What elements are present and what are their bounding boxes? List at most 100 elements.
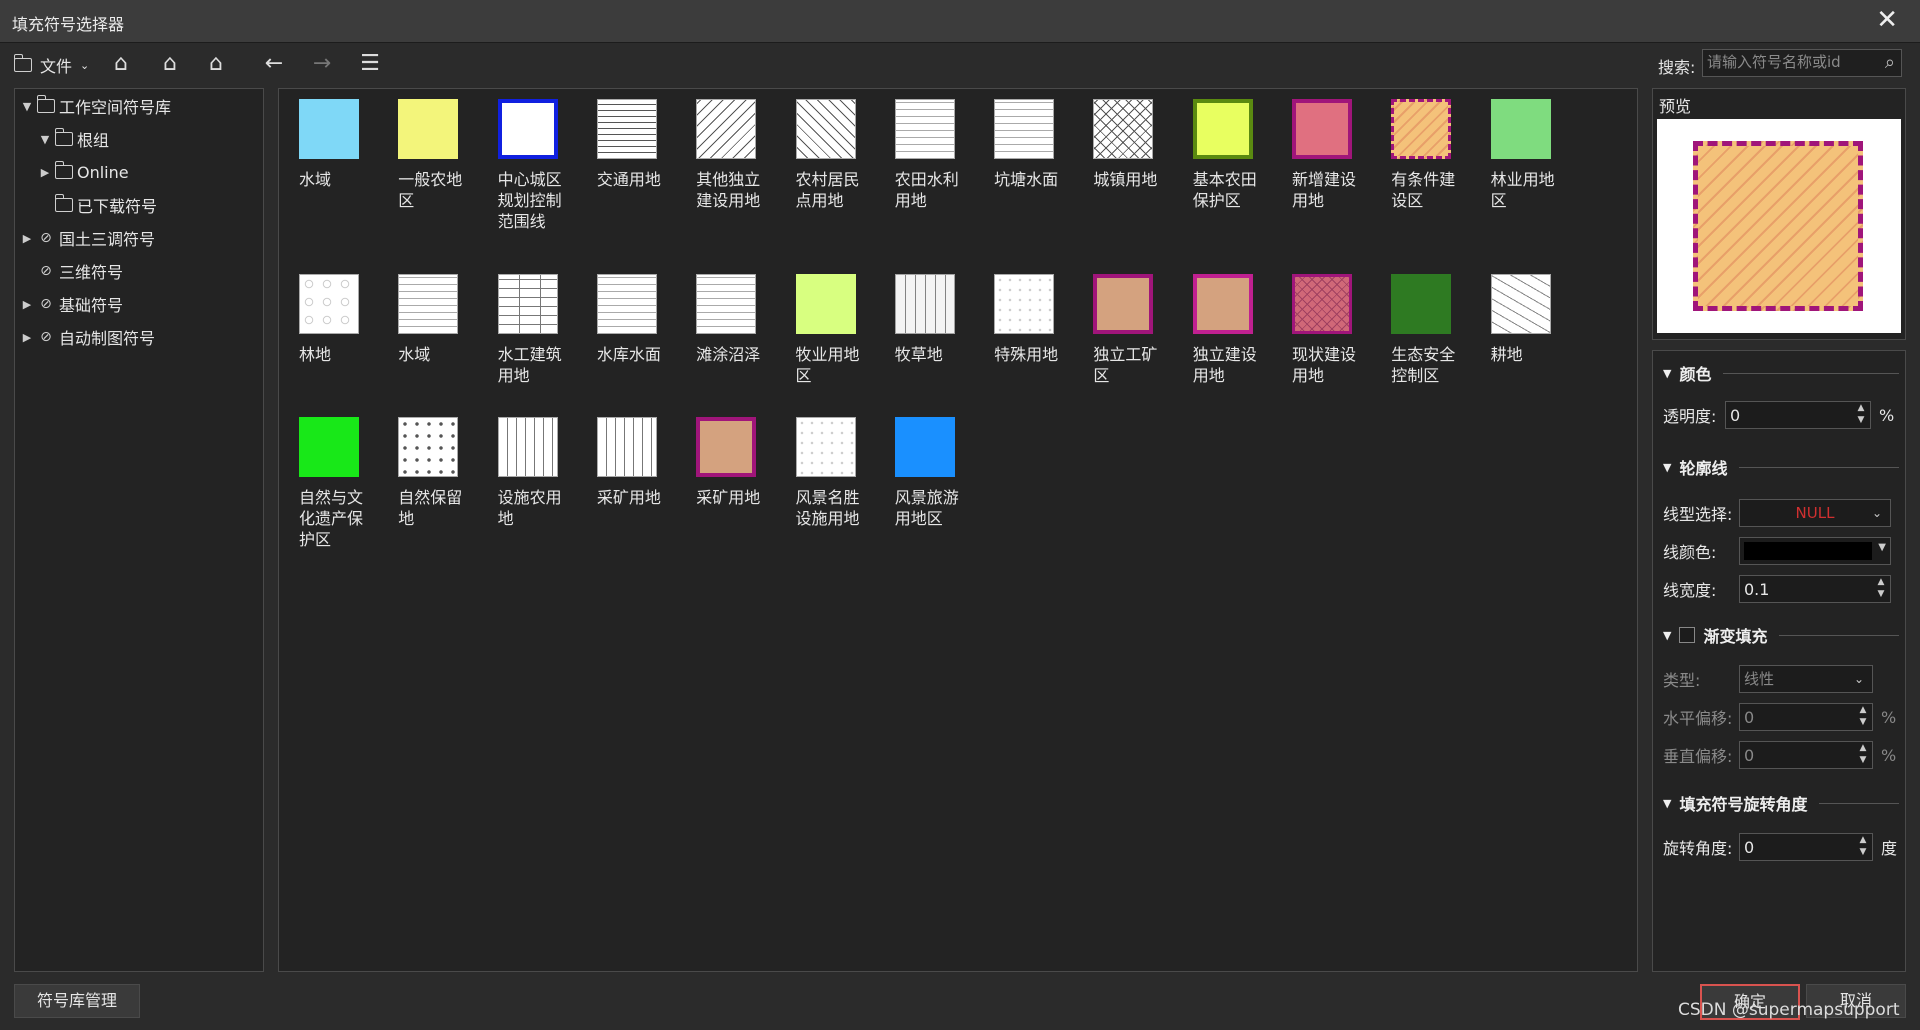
symbol-item[interactable]: 风景名胜设施用地	[776, 417, 866, 529]
symbol-item[interactable]: 农田水利用地	[875, 99, 965, 211]
line-width-input[interactable]	[1740, 576, 1858, 603]
list-view-button[interactable]: ☰	[356, 51, 384, 77]
symbol-label: 采矿用地	[596, 488, 661, 507]
symbol-item[interactable]: 牧草地	[875, 274, 965, 365]
import-button[interactable]: ⌂	[156, 51, 184, 77]
symbol-item[interactable]: 新增建设用地	[1272, 99, 1362, 211]
expand-right-icon[interactable]: ▶	[39, 166, 51, 179]
toolbar: 文件 ⌄ ⌂ ⌂ ⌂ ← → ☰ 搜索: ⌕	[0, 43, 1920, 83]
spin-arrows-icon[interactable]: ▲ ▼	[1874, 576, 1888, 602]
symbol-swatch	[894, 417, 955, 477]
line-type-select[interactable]: NULL ⌄	[1739, 499, 1891, 527]
symbol-swatch	[497, 417, 558, 477]
symbol-item[interactable]: 滩涂沼泽	[676, 274, 766, 365]
symbol-item[interactable]: 牧业用地区	[776, 274, 866, 386]
file-menu-button[interactable]: 文件 ⌄	[10, 53, 89, 77]
spin-arrows-icon[interactable]: ▲ ▼	[1856, 704, 1870, 730]
symbol-item[interactable]: 水工建筑用地	[478, 274, 568, 386]
symbol-item[interactable]: 林业用地区	[1471, 99, 1561, 211]
tree-item[interactable]: ▶ ⊘ 国土三调符号	[21, 226, 155, 250]
tree-item[interactable]: 已下载符号	[39, 193, 157, 217]
symbol-item[interactable]: 城镇用地	[1073, 99, 1163, 190]
outline-section-header[interactable]: ▼ 轮廓线	[1663, 455, 1899, 479]
tree-item[interactable]: ⊘ 三维符号	[21, 259, 123, 283]
list-icon: ☰	[360, 51, 380, 76]
divider	[1779, 634, 1899, 636]
line-color-label: 线颜色:	[1663, 543, 1717, 562]
symbol-item[interactable]: 风景旅游用地区	[875, 417, 965, 529]
tree-item[interactable]: ▶ ⊘ 基础符号	[21, 292, 123, 316]
search-box: ⌕	[1702, 49, 1902, 77]
symbol-item[interactable]: 坑塘水面	[974, 99, 1064, 190]
symbol-item[interactable]: 其他独立建设用地	[676, 99, 766, 211]
color-section-header[interactable]: ▼ 颜色	[1663, 361, 1899, 385]
gradient-checkbox[interactable]	[1679, 627, 1696, 643]
tree-item-label: 自动制图符号	[59, 329, 156, 348]
symbol-swatch	[1391, 274, 1452, 334]
tree-item[interactable]: ▼ 根组	[39, 127, 109, 151]
symbol-swatch	[795, 99, 856, 159]
symbol-item[interactable]: 自然保留地	[378, 417, 468, 529]
library-manage-button[interactable]: 符号库管理	[14, 984, 140, 1018]
add-group-button[interactable]: ⌂	[107, 51, 135, 77]
symbol-item[interactable]: 生态安全控制区	[1371, 274, 1461, 386]
symbol-item[interactable]: 林地	[279, 274, 369, 365]
symbol-item[interactable]: 中心城区规划控制范围线	[478, 99, 568, 232]
symbol-item[interactable]: 水域	[279, 99, 369, 190]
symbol-label: 现状建设用地	[1292, 345, 1357, 385]
v-offset-input[interactable]	[1740, 742, 1858, 769]
h-offset-label: 水平偏移:	[1663, 709, 1733, 728]
chevron-down-icon: ⌄	[1853, 672, 1864, 686]
expand-right-icon[interactable]: ▶	[21, 331, 33, 344]
symbol-label: 生态安全控制区	[1391, 345, 1456, 385]
h-offset-input[interactable]	[1740, 704, 1858, 731]
symbol-item[interactable]: 采矿用地	[676, 417, 766, 508]
back-button[interactable]: ←	[260, 51, 288, 77]
symbol-item[interactable]: 独立工矿区	[1073, 274, 1163, 386]
line-color-picker[interactable]: ▼	[1739, 537, 1891, 565]
symbol-item[interactable]: 一般农地区	[378, 99, 468, 211]
gradient-type-select[interactable]: 线性 ⌄	[1739, 665, 1873, 693]
search-icon[interactable]: ⌕	[1885, 52, 1895, 73]
symbol-item[interactable]: 耕地	[1471, 274, 1561, 365]
symbol-item[interactable]: 特殊用地	[974, 274, 1064, 365]
symbol-item[interactable]: 农村居民点用地	[776, 99, 866, 211]
collapse-icon: ▼	[1663, 796, 1672, 810]
symbol-item[interactable]: 自然与文化遗产保护区	[279, 417, 369, 550]
spin-arrows-icon[interactable]: ▲ ▼	[1856, 834, 1870, 860]
tree-item[interactable]: ▶ Online	[39, 160, 129, 184]
tree-item[interactable]: ▶ ⊘ 自动制图符号	[21, 325, 155, 349]
collapse-icon: ▼	[1663, 460, 1672, 474]
symbol-item[interactable]: 交通用地	[577, 99, 667, 190]
tree-item[interactable]: ▼ 工作空间符号库	[21, 94, 171, 118]
gradient-section-header[interactable]: ▼ 渐变填充	[1663, 623, 1899, 647]
divider	[1739, 466, 1899, 468]
transparency-input[interactable]	[1726, 402, 1844, 429]
symbol-item[interactable]: 采矿用地	[577, 417, 667, 508]
home-button[interactable]: ⌂	[202, 51, 230, 77]
symbol-label: 有条件建设区	[1391, 170, 1456, 210]
symbol-item[interactable]: 有条件建设区	[1371, 99, 1461, 211]
symbol-item[interactable]: 基本农田保护区	[1173, 99, 1263, 211]
expand-right-icon[interactable]: ▶	[21, 232, 33, 245]
symbol-item[interactable]: 设施农用地	[478, 417, 568, 529]
symbol-item[interactable]: 水域	[378, 274, 468, 365]
dropdown-arrow-icon: ▼	[1878, 542, 1886, 553]
spin-arrows-icon[interactable]: ▲ ▼	[1854, 402, 1868, 428]
symbol-swatch	[398, 99, 459, 159]
close-icon[interactable]: ✕	[1876, 6, 1898, 34]
symbol-item[interactable]: 独立建设用地	[1173, 274, 1263, 386]
forward-button[interactable]: →	[308, 51, 336, 77]
line-type-label: 线型选择:	[1663, 505, 1733, 524]
symbol-item[interactable]: 现状建设用地	[1272, 274, 1362, 386]
expand-right-icon[interactable]: ▶	[21, 298, 33, 311]
rotate-section-header[interactable]: ▼ 填充符号旋转角度	[1663, 791, 1899, 815]
rotate-input[interactable]	[1740, 834, 1858, 861]
preview-title: 预览	[1659, 97, 1692, 116]
symbol-label: 自然与文化遗产保护区	[299, 488, 364, 549]
spin-arrows-icon[interactable]: ▲ ▼	[1856, 742, 1870, 768]
search-input[interactable]	[1703, 50, 1871, 74]
symbol-item[interactable]: 水库水面	[577, 274, 667, 365]
expand-down-icon[interactable]: ▼	[21, 100, 33, 113]
expand-down-icon[interactable]: ▼	[39, 133, 51, 146]
